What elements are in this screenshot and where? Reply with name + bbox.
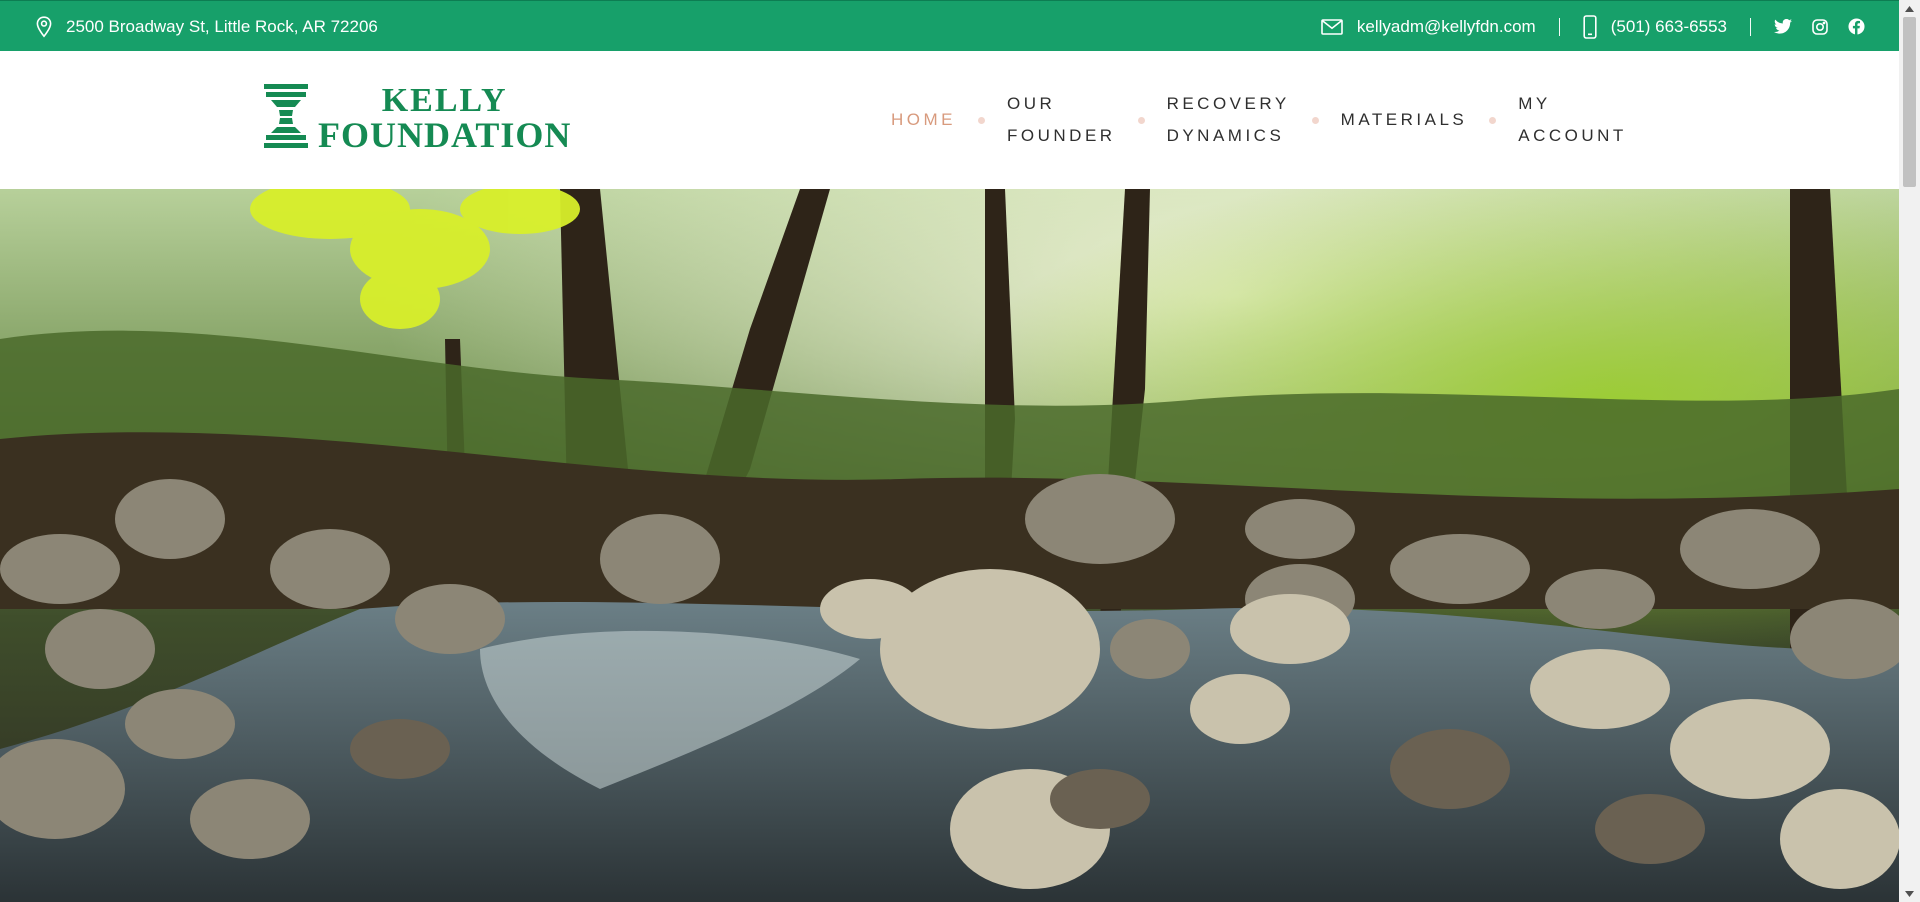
nav-home[interactable]: HOME [891, 104, 956, 136]
mobile-phone-icon [1583, 14, 1597, 39]
email-text: kellyadm@kellyfdn.com [1356, 16, 1536, 36]
social-links [1774, 18, 1865, 35]
scroll-down-arrow-icon[interactable] [1899, 885, 1920, 902]
divider [1558, 17, 1560, 36]
address-block: 2500 Broadway St, Little Rock, AR 72206 [36, 1, 378, 52]
phone-link[interactable]: (501) 663-6553 [1583, 14, 1727, 39]
logo-line-foundation: FOUNDATION [318, 115, 572, 155]
nav-my-account[interactable]: MY ACCOUNT [1518, 88, 1627, 152]
nav-separator-dot [1311, 116, 1319, 124]
nav-materials[interactable]: MATERIALS [1341, 104, 1468, 136]
site-logo[interactable]: KELLY FOUNDATION [264, 84, 571, 153]
nav-separator-dot [1489, 116, 1497, 124]
scroll-up-arrow-icon[interactable] [1899, 0, 1920, 17]
main-navigation: HOME OUR FOUNDER RECOVERY DYNAMICS MATER… [891, 51, 1627, 189]
divider [1750, 17, 1751, 36]
hourglass-logo-icon [264, 84, 308, 153]
logo-line-kelly: KELLY [381, 82, 508, 119]
nav-separator-dot [978, 116, 985, 124]
envelope-icon [1321, 18, 1343, 35]
email-link[interactable]: kellyadm@kellyfdn.com [1321, 17, 1536, 37]
facebook-icon[interactable] [1848, 18, 1865, 35]
top-contact-bar: 2500 Broadway St, Little Rock, AR 72206 … [0, 0, 1899, 51]
phone-text: (501) 663-6553 [1610, 16, 1727, 36]
nav-our-founder[interactable]: OUR FOUNDER [1007, 88, 1116, 152]
vertical-scrollbar[interactable] [1899, 0, 1920, 902]
scrollbar-thumb[interactable] [1903, 17, 1916, 187]
twitter-icon[interactable] [1774, 19, 1792, 34]
forest-stream-illustration [0, 189, 1899, 902]
instagram-icon[interactable] [1812, 18, 1828, 35]
nav-recovery-dynamics[interactable]: RECOVERY DYNAMICS [1167, 88, 1290, 152]
location-pin-icon [36, 15, 52, 38]
hero-image [0, 189, 1899, 902]
address-text: 2500 Broadway St, Little Rock, AR 72206 [66, 16, 378, 36]
nav-separator-dot [1137, 116, 1145, 124]
site-header: KELLY FOUNDATION HOME OUR FOUNDER RECOVE… [0, 51, 1899, 189]
logo-wordmark: KELLY FOUNDATION [318, 82, 572, 155]
